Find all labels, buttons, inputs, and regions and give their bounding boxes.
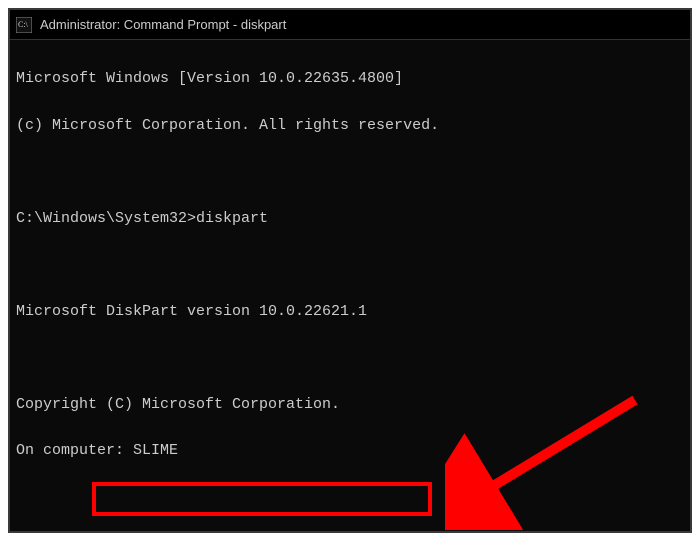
diskpart-version-line: Microsoft DiskPart version 10.0.22621.1 xyxy=(16,300,684,323)
window-title: Administrator: Command Prompt - diskpart xyxy=(40,17,286,32)
on-computer-line: On computer: SLIME xyxy=(16,439,684,462)
command-prompt-window: C:\ Administrator: Command Prompt - disk… xyxy=(8,8,692,533)
terminal-output[interactable]: Microsoft Windows [Version 10.0.22635.48… xyxy=(10,40,690,531)
prompt-line-1: C:\Windows\System32>diskpart xyxy=(16,207,684,230)
os-copyright-line: (c) Microsoft Corporation. All rights re… xyxy=(16,114,684,137)
os-version-line: Microsoft Windows [Version 10.0.22635.48… xyxy=(16,67,684,90)
svg-text:C:\: C:\ xyxy=(18,20,29,29)
cmd-diskpart: diskpart xyxy=(196,210,268,227)
diskpart-copyright-line: Copyright (C) Microsoft Corporation. xyxy=(16,393,684,416)
prompt-path: C:\Windows\System32> xyxy=(16,210,196,227)
titlebar[interactable]: C:\ Administrator: Command Prompt - disk… xyxy=(10,10,690,40)
command-prompt-icon: C:\ xyxy=(16,17,32,33)
